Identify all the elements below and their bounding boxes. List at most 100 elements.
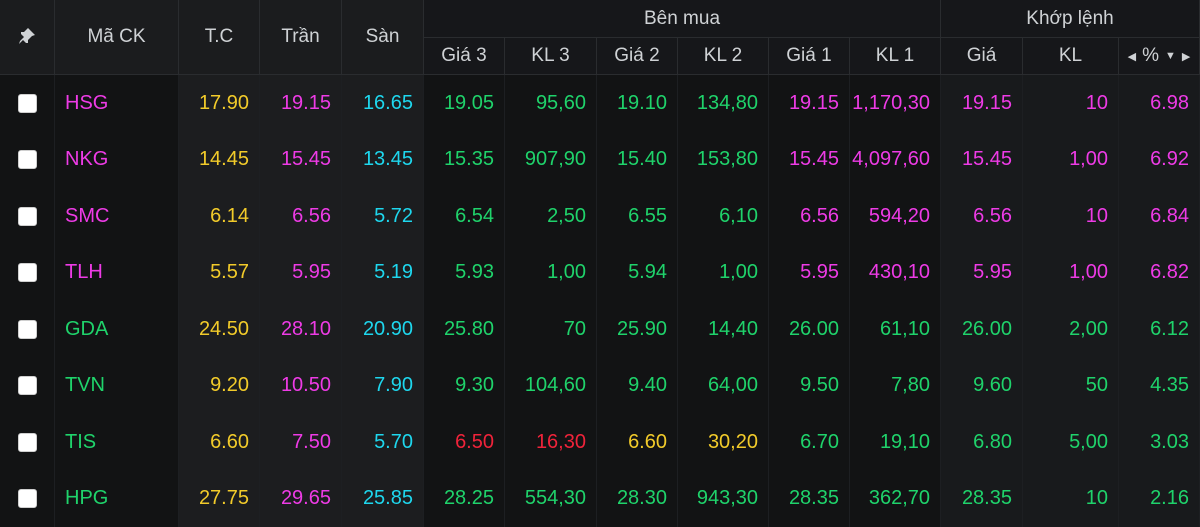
cell-mv: 10 <box>1023 471 1119 527</box>
cell-v1: 4,097,60 <box>850 132 941 189</box>
cell-mp: 6.56 <box>941 188 1023 245</box>
cell-p1: 15.45 <box>769 132 850 189</box>
cell-p2: 28.30 <box>597 471 678 527</box>
row-checkbox[interactable] <box>18 150 37 169</box>
cell-mp: 28.35 <box>941 471 1023 527</box>
cell-v1: 430,10 <box>850 245 941 302</box>
cell-v1: 594,20 <box>850 188 941 245</box>
cell-p3: 28.25 <box>424 471 505 527</box>
cell-p3: 9.30 <box>424 358 505 415</box>
header-price1[interactable]: Giá 1 <box>769 38 850 75</box>
cell-p3: 6.50 <box>424 414 505 471</box>
cell-v1: 362,70 <box>850 471 941 527</box>
cell-v2: 134,80 <box>678 75 769 132</box>
row-checkbox[interactable] <box>18 376 37 395</box>
cell-ceiling: 29.65 <box>260 471 342 527</box>
header-vol1[interactable]: KL 1 <box>850 38 941 75</box>
header-vol2[interactable]: KL 2 <box>678 38 769 75</box>
header-buy-group: Bên mua <box>424 0 941 38</box>
cell-pct: 3.03 <box>1119 414 1200 471</box>
cell-floor: 7.90 <box>342 358 424 415</box>
cell-ceiling: 6.56 <box>260 188 342 245</box>
header-match-price[interactable]: Giá <box>941 38 1023 75</box>
cell-ref: 5.57 <box>179 245 260 302</box>
cell-p1: 9.50 <box>769 358 850 415</box>
cell-v3: 2,50 <box>505 188 597 245</box>
header-ticker[interactable]: Mã CK <box>55 0 179 75</box>
cell-mv: 2,00 <box>1023 301 1119 358</box>
cell-ceiling: 19.15 <box>260 75 342 132</box>
triangle-left-icon[interactable]: ◀ <box>1128 50 1136 63</box>
row-select-cell <box>0 245 55 302</box>
cell-pct: 6.82 <box>1119 245 1200 302</box>
cell-v1: 7,80 <box>850 358 941 415</box>
header-vol3[interactable]: KL 3 <box>505 38 597 75</box>
header-ref[interactable]: T.C <box>179 0 260 75</box>
triangle-right-icon[interactable]: ▶ <box>1182 50 1190 63</box>
cell-ticker[interactable]: GDA <box>55 301 179 358</box>
cell-pct: 6.98 <box>1119 75 1200 132</box>
header-ceiling[interactable]: Trần <box>260 0 342 75</box>
pin-column-header[interactable] <box>0 0 55 75</box>
pin-icon[interactable] <box>17 27 37 47</box>
row-checkbox[interactable] <box>18 263 37 282</box>
cell-ref: 14.45 <box>179 132 260 189</box>
header-price3[interactable]: Giá 3 <box>424 38 505 75</box>
cell-mp: 9.60 <box>941 358 1023 415</box>
cell-mv: 10 <box>1023 75 1119 132</box>
header-floor[interactable]: Sàn <box>342 0 424 75</box>
row-select-cell <box>0 75 55 132</box>
cell-floor: 5.70 <box>342 414 424 471</box>
cell-v3: 70 <box>505 301 597 358</box>
cell-ticker[interactable]: HSG <box>55 75 179 132</box>
cell-ceiling: 28.10 <box>260 301 342 358</box>
cell-ref: 17.90 <box>179 75 260 132</box>
cell-mv: 1,00 <box>1023 245 1119 302</box>
cell-ticker[interactable]: TIS <box>55 414 179 471</box>
cell-ceiling: 7.50 <box>260 414 342 471</box>
cell-p1: 19.15 <box>769 75 850 132</box>
cell-p3: 25.80 <box>424 301 505 358</box>
cell-floor: 16.65 <box>342 75 424 132</box>
cell-ref: 6.14 <box>179 188 260 245</box>
cell-ticker[interactable]: TVN <box>55 358 179 415</box>
cell-ticker[interactable]: SMC <box>55 188 179 245</box>
row-checkbox[interactable] <box>18 489 37 508</box>
cell-ref: 6.60 <box>179 414 260 471</box>
cell-ticker[interactable]: TLH <box>55 245 179 302</box>
header-pct-label: % <box>1142 45 1159 67</box>
cell-ceiling: 15.45 <box>260 132 342 189</box>
cell-v3: 1,00 <box>505 245 597 302</box>
cell-p1: 6.70 <box>769 414 850 471</box>
row-select-cell <box>0 471 55 527</box>
cell-pct: 2.16 <box>1119 471 1200 527</box>
header-match-vol[interactable]: KL <box>1023 38 1119 75</box>
cell-ticker[interactable]: NKG <box>55 132 179 189</box>
cell-ticker[interactable]: HPG <box>55 471 179 527</box>
triangle-down-icon[interactable]: ▼ <box>1165 50 1176 62</box>
cell-p2: 6.55 <box>597 188 678 245</box>
cell-pct: 4.35 <box>1119 358 1200 415</box>
row-checkbox[interactable] <box>18 207 37 226</box>
cell-v2: 943,30 <box>678 471 769 527</box>
cell-floor: 5.72 <box>342 188 424 245</box>
cell-floor: 5.19 <box>342 245 424 302</box>
cell-v2: 153,80 <box>678 132 769 189</box>
header-price2[interactable]: Giá 2 <box>597 38 678 75</box>
cell-p1: 28.35 <box>769 471 850 527</box>
cell-mv: 50 <box>1023 358 1119 415</box>
cell-ref: 9.20 <box>179 358 260 415</box>
row-checkbox[interactable] <box>18 320 37 339</box>
row-checkbox[interactable] <box>18 94 37 113</box>
cell-floor: 25.85 <box>342 471 424 527</box>
header-pct[interactable]: ◀ % ▼ ▶ <box>1119 38 1200 75</box>
header-match-group: Khớp lệnh <box>941 0 1200 38</box>
cell-mp: 15.45 <box>941 132 1023 189</box>
cell-p1: 5.95 <box>769 245 850 302</box>
row-checkbox[interactable] <box>18 433 37 452</box>
cell-p3: 19.05 <box>424 75 505 132</box>
cell-v3: 104,60 <box>505 358 597 415</box>
cell-p3: 5.93 <box>424 245 505 302</box>
cell-p3: 6.54 <box>424 188 505 245</box>
cell-v2: 6,10 <box>678 188 769 245</box>
